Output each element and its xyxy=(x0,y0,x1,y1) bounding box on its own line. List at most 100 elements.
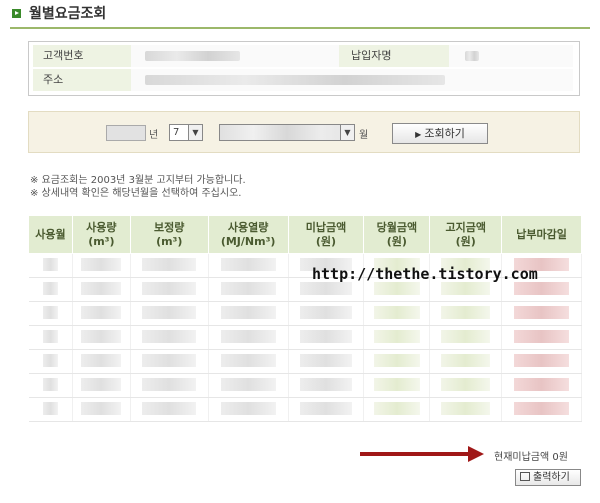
redacted-value xyxy=(42,329,58,343)
redacted-value xyxy=(299,281,353,295)
year-unit-label: 년 xyxy=(149,130,159,141)
table-cell xyxy=(130,397,209,422)
table-cell xyxy=(288,373,365,398)
col-header-heat: 사용열량 (MJ/Nm³) xyxy=(207,215,289,254)
table-cell xyxy=(208,397,289,422)
redacted-value xyxy=(513,377,570,391)
year-input[interactable] xyxy=(106,125,146,141)
col-header-usage: 사용량 (m³) xyxy=(71,215,131,254)
table-cell xyxy=(130,277,209,302)
redacted-value xyxy=(220,257,276,271)
redacted-value xyxy=(81,377,122,391)
current-unpaid-amount: 현재미납금액 0원 xyxy=(494,452,568,463)
table-cell xyxy=(429,349,503,374)
table-cell xyxy=(288,397,365,422)
redacted-value xyxy=(440,353,491,367)
redacted-value xyxy=(299,353,353,367)
info-row-address: 주소 xyxy=(33,69,575,91)
table-cell xyxy=(363,373,431,398)
page-title: 월별요금조회 xyxy=(29,6,107,22)
col-header-current: 당월금액 (원) xyxy=(363,215,431,254)
redacted-value xyxy=(220,401,276,415)
redacted-value xyxy=(299,329,353,343)
redacted-value xyxy=(81,329,122,343)
redacted-value xyxy=(374,377,420,391)
redacted-value xyxy=(220,305,276,319)
redacted-value xyxy=(42,257,58,271)
table-cell xyxy=(72,349,131,374)
table-cell xyxy=(130,349,209,374)
table-cell xyxy=(28,277,73,302)
table-cell xyxy=(429,397,503,422)
table-row[interactable] xyxy=(28,301,582,326)
table-cell xyxy=(288,325,365,350)
table-cell xyxy=(208,349,289,374)
table-cell xyxy=(363,397,431,422)
redacted-value xyxy=(142,353,197,367)
table-cell xyxy=(363,349,431,374)
month-select-value: 7 xyxy=(173,127,180,138)
col-header-billed: 고지금액 (원) xyxy=(429,215,503,254)
table-cell xyxy=(288,301,365,326)
redacted-value xyxy=(513,353,570,367)
table-cell xyxy=(429,325,503,350)
redacted-value xyxy=(42,377,58,391)
redacted-value xyxy=(513,281,570,295)
table-row[interactable] xyxy=(28,397,582,422)
table-cell xyxy=(72,301,131,326)
search-button[interactable]: ▶ 조회하기 xyxy=(392,123,488,144)
redacted-value xyxy=(513,329,570,343)
billing-table: 사용월 사용량 (m³) 보정량 (m³) 사용열량 (MJ/Nm³) 미납금액 (원)… xyxy=(28,215,582,422)
table-cell xyxy=(72,373,131,398)
redacted-value xyxy=(299,401,353,415)
col-header-unpaid: 미납금액 (원) xyxy=(287,215,365,254)
redacted-value xyxy=(81,257,122,271)
table-row[interactable] xyxy=(28,349,582,374)
redacted-value xyxy=(374,353,420,367)
print-button[interactable]: 출력하기 xyxy=(515,469,581,486)
table-row[interactable] xyxy=(28,373,582,398)
period-select[interactable]: ▼ xyxy=(219,124,355,141)
table-cell xyxy=(28,397,73,422)
redacted-value xyxy=(440,305,491,319)
redacted-value xyxy=(440,401,491,415)
redacted-value xyxy=(220,377,276,391)
table-cell xyxy=(28,373,73,398)
red-arrow-icon xyxy=(468,446,484,462)
table-cell xyxy=(501,325,582,350)
redacted-value xyxy=(440,377,491,391)
redacted-value xyxy=(42,281,58,295)
arrow-right-icon: ▶ xyxy=(415,130,422,139)
title-bullet-icon xyxy=(12,8,21,18)
customer-info-box: 고객번호 납입자명 주소 xyxy=(28,41,580,96)
table-cell xyxy=(501,301,582,326)
redacted-value xyxy=(142,401,197,415)
redacted-value xyxy=(142,305,197,319)
redacted-value xyxy=(142,329,197,343)
table-cell xyxy=(130,373,209,398)
table-cell xyxy=(208,253,289,278)
notice-line-2: ※ 상세내역 확인은 해당년월을 선택하여 주십시오. xyxy=(30,188,242,199)
table-cell xyxy=(130,301,209,326)
table-cell xyxy=(429,301,503,326)
notice-text: ※ 요금조회는 2003년 3월분 고지부터 가능합니다. ※ 상세내역 확인은… xyxy=(30,174,246,200)
redacted-value xyxy=(220,281,276,295)
chevron-down-icon[interactable]: ▼ xyxy=(340,125,354,140)
table-cell xyxy=(208,301,289,326)
table-cell xyxy=(288,349,365,374)
redacted-value xyxy=(440,329,491,343)
redacted-value xyxy=(513,305,570,319)
redacted-value xyxy=(81,353,122,367)
table-cell xyxy=(28,301,73,326)
payer-name-label: 납입자명 xyxy=(339,45,449,67)
table-cell xyxy=(363,325,431,350)
redacted-value xyxy=(220,329,276,343)
address-label: 주소 xyxy=(33,69,131,91)
table-cell xyxy=(501,397,582,422)
chevron-down-icon[interactable]: ▼ xyxy=(188,125,202,140)
address-value xyxy=(131,69,573,91)
blog-watermark: http://thethe.tistory.com xyxy=(312,265,538,283)
col-header-month: 사용월 xyxy=(28,215,73,254)
table-row[interactable] xyxy=(28,325,582,350)
month-select[interactable]: 7 ▼ xyxy=(169,124,203,141)
